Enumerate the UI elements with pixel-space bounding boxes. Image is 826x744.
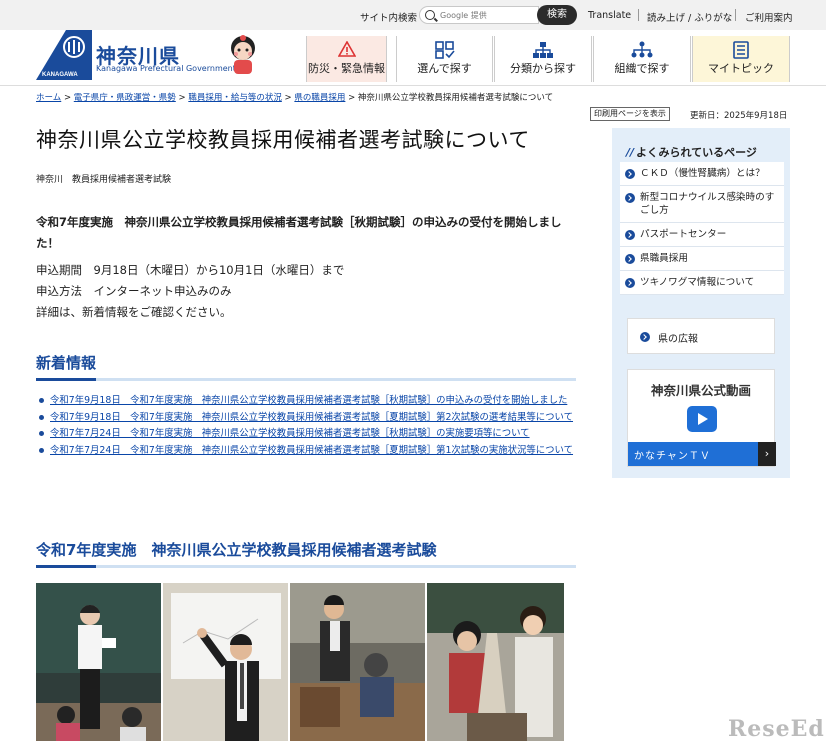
- nav-label: 選んで探す: [417, 62, 472, 75]
- play-icon: [687, 406, 717, 432]
- photo-students-activity: [427, 583, 564, 741]
- sidebar-item-label: ＣＫＤ（慢性腎臓病）とは？: [640, 168, 765, 179]
- read-aloud-link[interactable]: 読み上げ / ふりがな: [647, 10, 732, 24]
- application-details: 申込期間 9月18日（木曜日）から10月1日（水曜日）まで 申込方法 インターネ…: [36, 260, 344, 323]
- official-video-banner[interactable]: 神奈川県公式動画 かなチャンＴＶ ›: [627, 369, 776, 467]
- details-note: 詳細は、新着情報をご確認ください。: [36, 305, 232, 319]
- list-item: 令和7年9月18日 令和7年度実施 神奈川県公立学校教員採用候補者選考試験［秋期…: [36, 394, 576, 408]
- organization-icon: [631, 41, 653, 58]
- prefecture-pr-label: 県の広報: [658, 334, 698, 345]
- arrow-right-icon: [640, 332, 650, 342]
- sidebar-item-label: 新型コロナウイルス感染時のすごし方: [640, 192, 775, 216]
- photo-teacher-chalkboard: [36, 583, 161, 741]
- nav-label: 分類から探す: [510, 62, 576, 75]
- logo-subtitle: Kanagawa Prefectural Government: [96, 64, 236, 73]
- logo-mark-text: KANAGAWA: [42, 72, 78, 78]
- nav-select-search[interactable]: 選んで探す: [396, 36, 493, 82]
- grid-select-icon: [434, 41, 455, 59]
- arrow-right-icon: [625, 278, 635, 288]
- breadcrumb-link[interactable]: 電子県庁・県政運営・県勢: [74, 93, 176, 103]
- news-list: 令和7年9月18日 令和7年度実施 神奈川県公立学校教員採用候補者選考試験［秋期…: [36, 394, 576, 460]
- kanagawa-logo-icon[interactable]: KANAGAWA: [36, 30, 92, 80]
- breadcrumb: ホーム > 電子県庁・県政運営・県勢 > 職員採用・給与等の状況 > 県の職員採…: [36, 93, 554, 103]
- news-link[interactable]: 令和7年9月18日 令和7年度実施 神奈川県公立学校教員採用候補者選考試験［秋期…: [50, 395, 567, 406]
- nav-organization-search[interactable]: 組織で探す: [593, 36, 691, 82]
- application-method: 申込方法 インターネット申込みのみ: [36, 284, 232, 298]
- site-header: KANAGAWA 神奈川県 Kanagawa Prefectural Gover…: [0, 30, 826, 86]
- kanachan-tv-label: かなチャンＴＶ: [634, 451, 711, 462]
- translate-link[interactable]: Translate: [588, 10, 631, 21]
- news-heading: 新着情報: [36, 354, 97, 372]
- breadcrumb-home[interactable]: ホーム: [36, 93, 61, 103]
- application-period: 申込期間 9月18日（木曜日）から10月1日（水曜日）まで: [36, 263, 345, 277]
- divider: [638, 9, 639, 21]
- nav-mytopic[interactable]: マイトピック: [692, 36, 790, 82]
- breadcrumb-link[interactable]: 県の職員採用: [294, 93, 345, 103]
- warning-icon: [337, 41, 356, 57]
- list-item: 令和7年7月24日 令和7年度実施 神奈川県公立学校教員採用候補者選考試験［秋期…: [36, 427, 576, 441]
- utility-bar: サイト内検索 Google 提供 検索 Translate 読み上げ / ふりが…: [0, 0, 826, 30]
- nav-label: マイトピック: [708, 62, 774, 75]
- print-page-button[interactable]: 印刷用ページを表示: [590, 107, 670, 121]
- resemom-watermark: ReseEd: [728, 716, 825, 742]
- breadcrumb-link[interactable]: 職員採用・給与等の状況: [188, 93, 282, 103]
- popular-pages-list: ＣＫＤ（慢性腎臓病）とは？ 新型コロナウイルス感染時のすごし方 パスポートセンタ…: [620, 162, 784, 295]
- sidebar-item-passport[interactable]: パスポートセンター: [620, 223, 784, 247]
- search-button[interactable]: 検索: [537, 5, 577, 25]
- photo-teacher-whiteboard: [163, 583, 288, 741]
- news-heading-rule: [36, 378, 576, 381]
- mytopic-icon: [733, 41, 749, 59]
- updated-date: 更新日：2025年9月18日: [690, 111, 788, 121]
- category-tree-icon: [533, 42, 553, 58]
- sidebar-item-label: パスポートセンター: [640, 229, 727, 240]
- photo-teacher-students: [290, 583, 425, 741]
- sidebar-item-recruitment[interactable]: 県職員採用: [620, 247, 784, 271]
- prefecture-pr-button[interactable]: 県の広報: [627, 318, 775, 354]
- nav-category-search[interactable]: 分類から探す: [494, 36, 592, 82]
- kanachan-tv-band: かなチャンＴＶ ›: [628, 442, 776, 466]
- chevron-right-icon: ›: [758, 442, 776, 466]
- nav-label: 組織で探す: [614, 62, 670, 75]
- mascot-icon: [222, 34, 264, 78]
- divider: [735, 9, 736, 21]
- news-link[interactable]: 令和7年9月18日 令和7年度実施 神奈川県公立学校教員採用候補者選考試験［夏期…: [50, 412, 573, 423]
- site-search-label: サイト内検索: [360, 13, 418, 24]
- sidebar-item-label: 県職員採用: [640, 253, 688, 264]
- exam-section-heading: 令和7年度実施 神奈川県公立学校教員採用候補者選考試験: [36, 541, 437, 559]
- search-placeholder: Google 提供: [440, 11, 487, 20]
- sidebar-item-covid[interactable]: 新型コロナウイルス感染時のすごし方: [620, 186, 784, 223]
- arrow-right-icon: [625, 193, 635, 203]
- list-item: 令和7年9月18日 令和7年度実施 神奈川県公立学校教員採用候補者選考試験［夏期…: [36, 411, 576, 425]
- page-title: 神奈川県公立学校教員採用候補者選考試験について: [36, 128, 530, 152]
- usage-guide-link[interactable]: ご利用案内: [745, 10, 793, 24]
- page-subtitle: 神奈川 教員採用候補者選考試験: [36, 175, 172, 185]
- classroom-photos: [36, 583, 564, 741]
- sidebar-item-label: ツキノワグマ情報について: [640, 277, 755, 288]
- announcement-text: 令和7年度実施 神奈川県公立学校教員採用候補者選考試験［秋期試験］の申込みの受付…: [36, 215, 562, 250]
- breadcrumb-current: 神奈川県公立学校教員採用候補者選考試験について: [357, 93, 554, 103]
- sidebar-heading: //よくみられているページ: [626, 146, 757, 159]
- exam-heading-rule: [36, 565, 576, 568]
- news-link[interactable]: 令和7年7月24日 令和7年度実施 神奈川県公立学校教員採用候補者選考試験［秋期…: [50, 428, 530, 439]
- list-item: 令和7年7月24日 令和7年度実施 神奈川県公立学校教員採用候補者選考試験［夏期…: [36, 444, 576, 458]
- search-input[interactable]: Google 提供: [419, 6, 539, 24]
- news-link[interactable]: 令和7年7月24日 令和7年度実施 神奈川県公立学校教員採用候補者選考試験［夏期…: [50, 445, 573, 456]
- arrow-right-icon: [625, 169, 635, 179]
- arrow-right-icon: [625, 230, 635, 240]
- nav-label: 防災・緊急情報: [308, 62, 385, 75]
- video-title: 神奈川県公式動画: [650, 383, 751, 398]
- sidebar-item-ckd[interactable]: ＣＫＤ（慢性腎臓病）とは？: [620, 162, 784, 186]
- search-icon: [425, 10, 435, 20]
- arrow-right-icon: [625, 254, 635, 264]
- nav-disaster-info[interactable]: 防災・緊急情報: [306, 36, 387, 82]
- sidebar-item-bear[interactable]: ツキノワグマ情報について: [620, 271, 784, 295]
- sidebar: //よくみられているページ ＣＫＤ（慢性腎臓病）とは？ 新型コロナウイルス感染時…: [612, 128, 790, 478]
